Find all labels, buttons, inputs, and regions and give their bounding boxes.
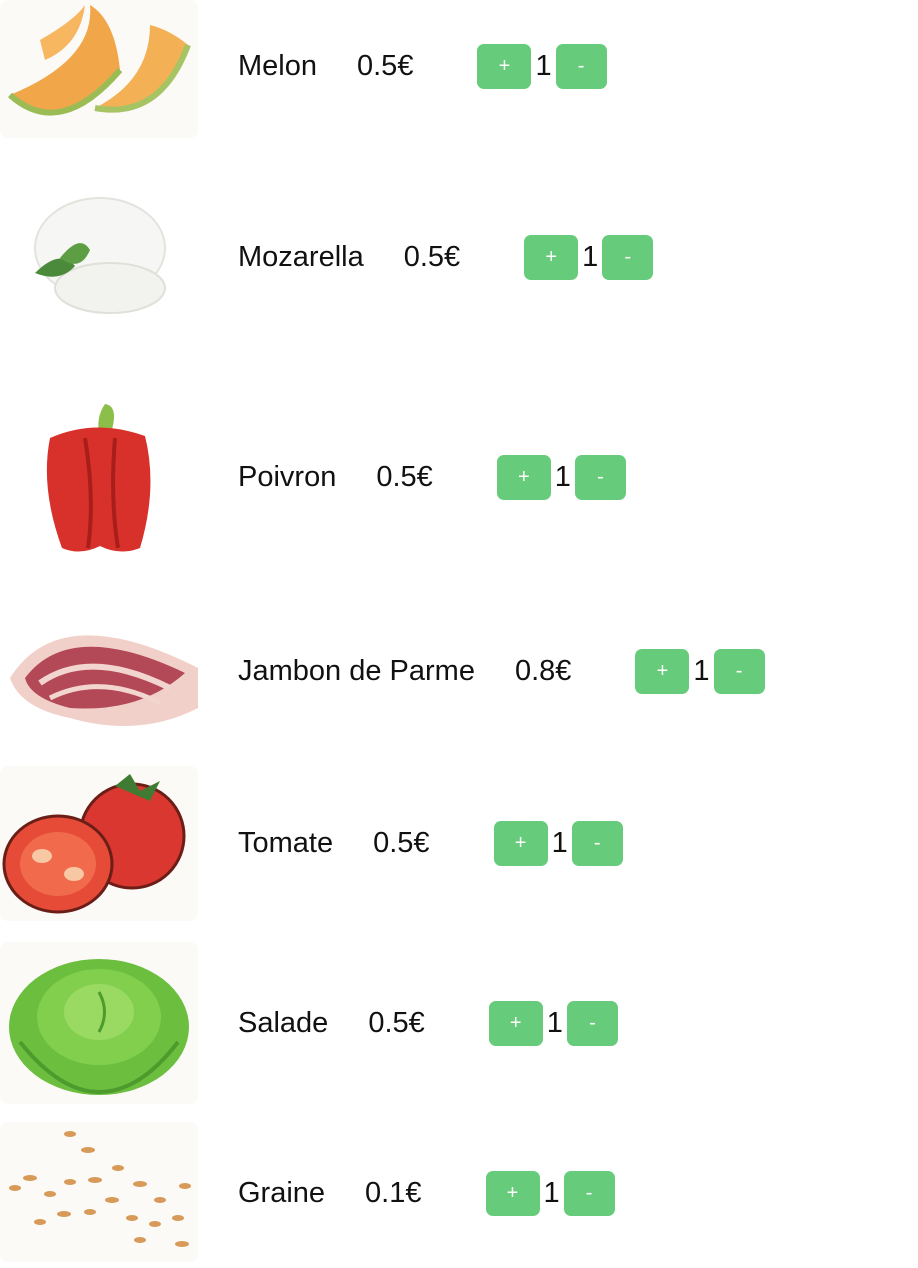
ingredient-price: 0.5€ [376, 461, 433, 493]
quantity-value: 1 [535, 50, 552, 82]
decrement-button[interactable]: - [555, 44, 607, 89]
quantity-stepper: + 1 - [635, 649, 765, 694]
quantity-value: 1 [554, 461, 571, 493]
quantity-stepper: + 1 - [496, 455, 626, 500]
increment-button[interactable]: + [493, 821, 548, 866]
quantity-stepper: + 1 - [485, 1171, 615, 1216]
ingredient-name: Salade [238, 1007, 329, 1039]
quantity-value: 1 [543, 1177, 560, 1209]
decrement-button[interactable]: - [574, 455, 626, 500]
decrement-button[interactable]: - [602, 235, 654, 280]
ingredient-name: Tomate [238, 827, 334, 859]
quantity-stepper: + 1 - [493, 821, 623, 866]
melon-image [0, 0, 198, 138]
lettuce-image [0, 942, 198, 1104]
quantity-value: 1 [693, 655, 710, 687]
decrement-button[interactable]: - [566, 1001, 618, 1046]
bell-pepper-image [0, 398, 198, 558]
ingredient-name: Poivron [238, 461, 337, 493]
tomato-image [0, 766, 198, 921]
decrement-button[interactable]: - [563, 1171, 615, 1216]
increment-button[interactable]: + [496, 455, 551, 500]
ingredient-price: 0.5€ [403, 241, 461, 273]
ingredient-name: Graine [238, 1177, 326, 1209]
increment-button[interactable]: + [485, 1171, 540, 1216]
quantity-stepper: + 1 - [524, 235, 654, 280]
ingredient-price: 0.5€ [357, 50, 414, 82]
quantity-stepper: + 1 - [477, 44, 607, 89]
ingredient-price: 0.1€ [365, 1177, 422, 1209]
increment-button[interactable]: + [635, 649, 690, 694]
ingredient-price: 0.5€ [373, 827, 430, 859]
ingredient-name: Melon [238, 50, 317, 82]
decrement-button[interactable]: - [571, 821, 623, 866]
increment-button[interactable]: + [477, 44, 532, 89]
ingredient-name: Jambon de Parme [238, 655, 475, 687]
quantity-value: 1 [582, 241, 599, 273]
quantity-value: 1 [546, 1007, 563, 1039]
increment-button[interactable]: + [524, 235, 579, 280]
quantity-stepper: + 1 - [488, 1001, 618, 1046]
ingredient-price: 0.8€ [514, 655, 572, 687]
ingredient-name: Mozarella [238, 241, 364, 273]
parma-ham-image [0, 598, 198, 743]
quantity-value: 1 [551, 827, 568, 859]
mozzarella-image [0, 188, 198, 328]
ingredient-price: 0.5€ [368, 1007, 425, 1039]
increment-button[interactable]: + [488, 1001, 543, 1046]
seeds-image [0, 1122, 198, 1262]
decrement-button[interactable]: - [713, 649, 765, 694]
